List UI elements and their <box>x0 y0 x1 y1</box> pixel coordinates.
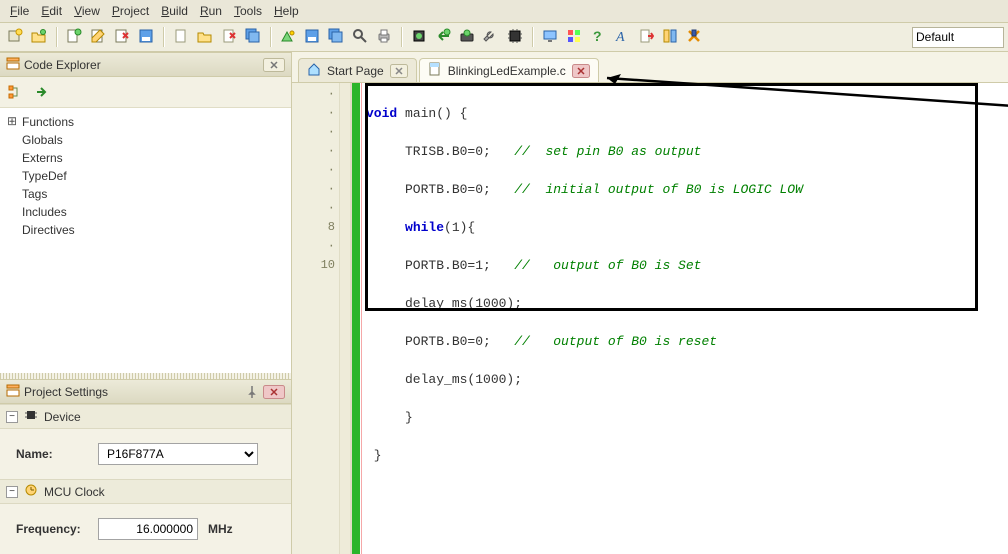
device-section-header[interactable]: − Device <box>0 404 291 429</box>
menu-view[interactable]: View <box>74 4 100 18</box>
tree-item-globals[interactable]: Globals <box>2 131 289 149</box>
save-build-icon[interactable] <box>301 25 323 47</box>
code-explorer-toolbar <box>0 77 291 108</box>
menu-run[interactable]: Run <box>200 4 222 18</box>
tab-start-label: Start Page <box>327 64 384 78</box>
clock-icon <box>24 483 38 500</box>
search-icon[interactable] <box>349 25 371 47</box>
tab-close-icon[interactable] <box>390 64 408 78</box>
close-file-icon[interactable] <box>111 25 133 47</box>
device-section-label: Device <box>44 410 81 424</box>
clock-freq-label: Frequency: <box>16 522 88 536</box>
help-icon[interactable]: ? <box>587 25 609 47</box>
toolbar: ? A <box>0 23 1008 52</box>
tree-item-typedef[interactable]: TypeDef <box>2 167 289 185</box>
collapse-icon[interactable]: − <box>6 486 18 498</box>
editor-area: Start Page BlinkingLedExample.c · · <box>292 52 1008 554</box>
tab-source-file[interactable]: BlinkingLedExample.c <box>419 58 599 82</box>
line-numbers: · · · · · · · 8 · 10 <box>292 83 339 554</box>
menu-file[interactable]: File <box>10 4 29 18</box>
editor-gutter: · · · · · · · 8 · 10 <box>292 83 352 554</box>
code-editor[interactable]: · · · · · · · 8 · 10 <box>292 83 1008 554</box>
svg-text:A: A <box>615 30 625 44</box>
close-doc-icon[interactable] <box>218 25 240 47</box>
project-settings-title: Project Settings <box>24 385 241 399</box>
scheme-selector-input[interactable] <box>912 27 1004 48</box>
program-target-icon[interactable] <box>456 25 478 47</box>
edit-file-icon[interactable] <box>87 25 109 47</box>
collapse-icon[interactable]: − <box>6 411 18 423</box>
tab-start-page[interactable]: Start Page <box>298 58 417 82</box>
menu-help[interactable]: Help <box>274 4 299 18</box>
print-icon[interactable] <box>373 25 395 47</box>
tool-wrench-icon[interactable] <box>480 25 502 47</box>
tree-view-icon[interactable] <box>4 81 26 103</box>
clock-freq-input[interactable] <box>98 518 198 540</box>
tab-file-label: BlinkingLedExample.c <box>448 64 566 78</box>
clock-freq-unit: MHz <box>208 522 233 536</box>
menu-project[interactable]: Project <box>112 4 149 18</box>
layout-icon[interactable] <box>659 25 681 47</box>
code-explorer-close-icon[interactable] <box>263 57 285 73</box>
open-project-icon[interactable] <box>28 25 50 47</box>
tab-close-icon[interactable] <box>572 64 590 78</box>
project-settings-header: Project Settings <box>0 379 291 404</box>
pin-icon[interactable] <box>245 385 259 399</box>
clock-freq-row: Frequency: MHz <box>0 504 291 554</box>
project-settings-icon <box>6 383 20 400</box>
c-file-icon <box>428 62 442 79</box>
font-icon[interactable]: A <box>611 25 633 47</box>
code-explorer-header: Code Explorer <box>0 52 291 77</box>
device-name-label: Name: <box>16 447 88 461</box>
code-explorer-tree[interactable]: ⊞Functions Globals Externs TypeDef Tags … <box>0 108 291 373</box>
change-marker <box>352 83 360 554</box>
scheme-selector[interactable] <box>912 25 1004 49</box>
new-file-icon[interactable] <box>63 25 85 47</box>
chip-icon[interactable] <box>504 25 526 47</box>
code-explorer-icon <box>6 56 20 73</box>
arrow-left-icon[interactable] <box>432 25 454 47</box>
device-name-select[interactable]: P16F877A <box>98 443 258 465</box>
refresh-icon[interactable] <box>30 81 52 103</box>
left-sidebar: Code Explorer ⊞Functions Globals Externs… <box>0 52 292 554</box>
cancel-icon[interactable] <box>683 25 705 47</box>
tree-item-tags[interactable]: Tags <box>2 185 289 203</box>
new-project-icon[interactable] <box>4 25 26 47</box>
tree-item-functions[interactable]: ⊞Functions <box>2 112 289 131</box>
device-name-row: Name: P16F877A <box>0 429 291 479</box>
code-content[interactable]: void main() { TRISB.B0=0; // set pin B0 … <box>362 83 1008 505</box>
svg-text:?: ? <box>593 28 602 44</box>
save-file-icon[interactable] <box>135 25 157 47</box>
menu-edit[interactable]: Edit <box>41 4 62 18</box>
chip-icon <box>24 408 38 425</box>
menu-bar: File Edit View Project Build Run Tools H… <box>0 0 1008 23</box>
blank-doc-icon[interactable] <box>170 25 192 47</box>
menu-tools[interactable]: Tools <box>234 4 262 18</box>
tree-item-externs[interactable]: Externs <box>2 149 289 167</box>
tree-item-directives[interactable]: Directives <box>2 221 289 239</box>
editor-tabs: Start Page BlinkingLedExample.c <box>292 52 1008 83</box>
clock-section-header[interactable]: − MCU Clock <box>0 479 291 504</box>
clock-section-label: MCU Clock <box>44 485 105 499</box>
export-icon[interactable] <box>635 25 657 47</box>
open-folder-icon[interactable] <box>194 25 216 47</box>
menu-build[interactable]: Build <box>161 4 188 18</box>
home-icon <box>307 62 321 79</box>
project-settings-close-icon[interactable] <box>263 384 285 400</box>
monitor-icon[interactable] <box>539 25 561 47</box>
palette-icon[interactable] <box>563 25 585 47</box>
save-all-icon[interactable] <box>242 25 264 47</box>
program-chip-icon[interactable] <box>408 25 430 47</box>
save-multi-icon[interactable] <box>325 25 347 47</box>
code-explorer-title: Code Explorer <box>24 58 259 72</box>
build-icon[interactable] <box>277 25 299 47</box>
tree-item-includes[interactable]: Includes <box>2 203 289 221</box>
